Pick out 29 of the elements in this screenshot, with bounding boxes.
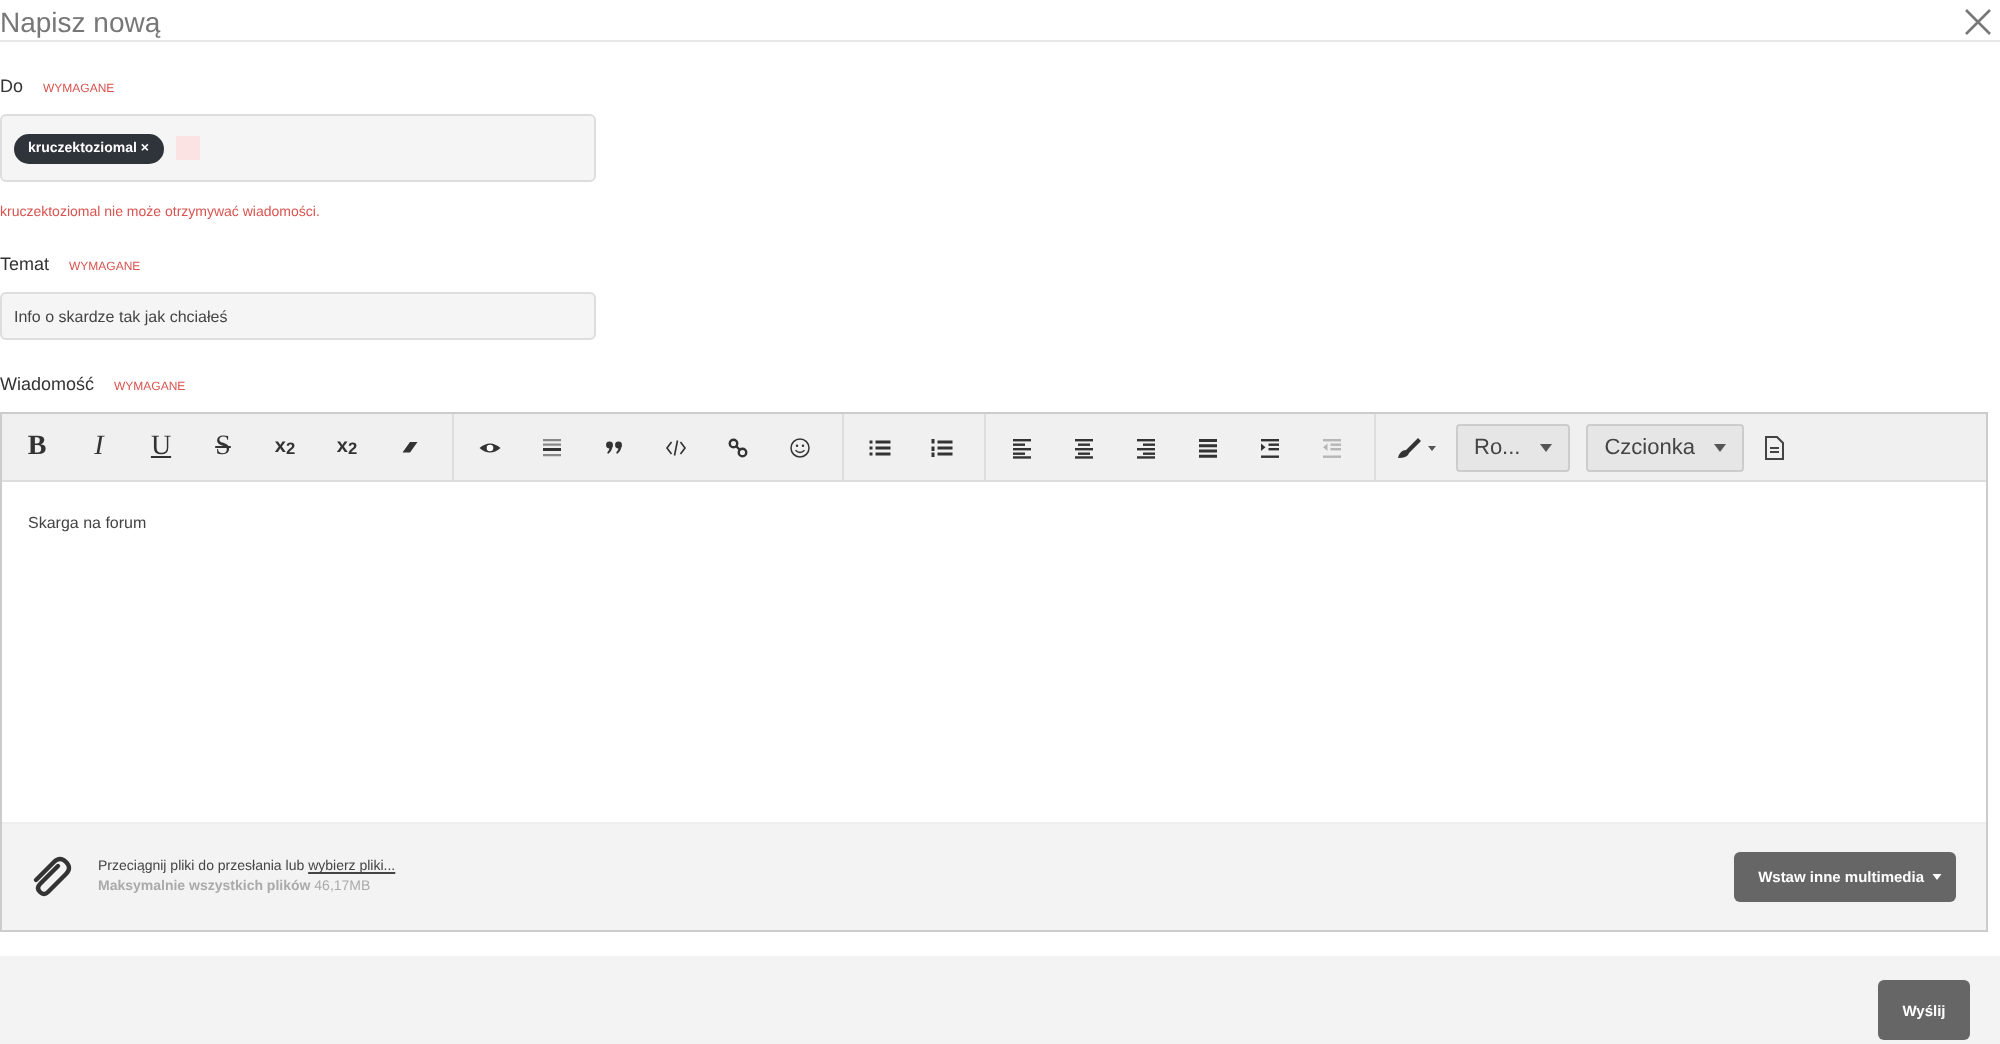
align-center-icon[interactable]	[1071, 435, 1095, 459]
caret-icon	[1540, 443, 1553, 451]
brush-icon[interactable]	[1396, 435, 1440, 459]
link-icon[interactable]	[725, 435, 749, 459]
subject-field[interactable]: Info o skardze tak jak chciałeś	[0, 292, 596, 340]
smiley-icon[interactable]	[787, 435, 811, 459]
dialog-title: Napisz nową	[0, 4, 161, 40]
message-text[interactable]: Skarga na forum	[28, 514, 147, 532]
align-justify-icon[interactable]	[1195, 435, 1219, 459]
format-button[interactable]: I	[68, 423, 130, 471]
field-label: Wiadomość	[0, 374, 95, 394]
format-button[interactable]: U	[130, 423, 192, 471]
dropdown[interactable]: Czcionka	[1586, 423, 1745, 471]
field-label: Temat	[0, 254, 50, 274]
align-right-icon[interactable]	[1133, 435, 1157, 459]
field-label: Do	[0, 76, 24, 96]
document-icon[interactable]	[1764, 435, 1785, 459]
align-left-icon[interactable]	[1009, 435, 1033, 459]
format-button[interactable]: B	[6, 423, 68, 471]
indent-icon[interactable]	[1257, 435, 1281, 459]
close-icon[interactable]	[1964, 8, 1992, 36]
numbered-list-icon[interactable]	[929, 435, 953, 459]
dropdown[interactable]: Ro...	[1456, 423, 1571, 471]
caret-icon	[1932, 874, 1942, 880]
horizontal-rule-icon[interactable]	[539, 435, 563, 459]
bulleted-list-icon[interactable]	[867, 435, 891, 459]
caret-icon	[1714, 443, 1727, 451]
format-button[interactable]: S	[192, 423, 254, 471]
code-icon[interactable]	[663, 435, 687, 459]
